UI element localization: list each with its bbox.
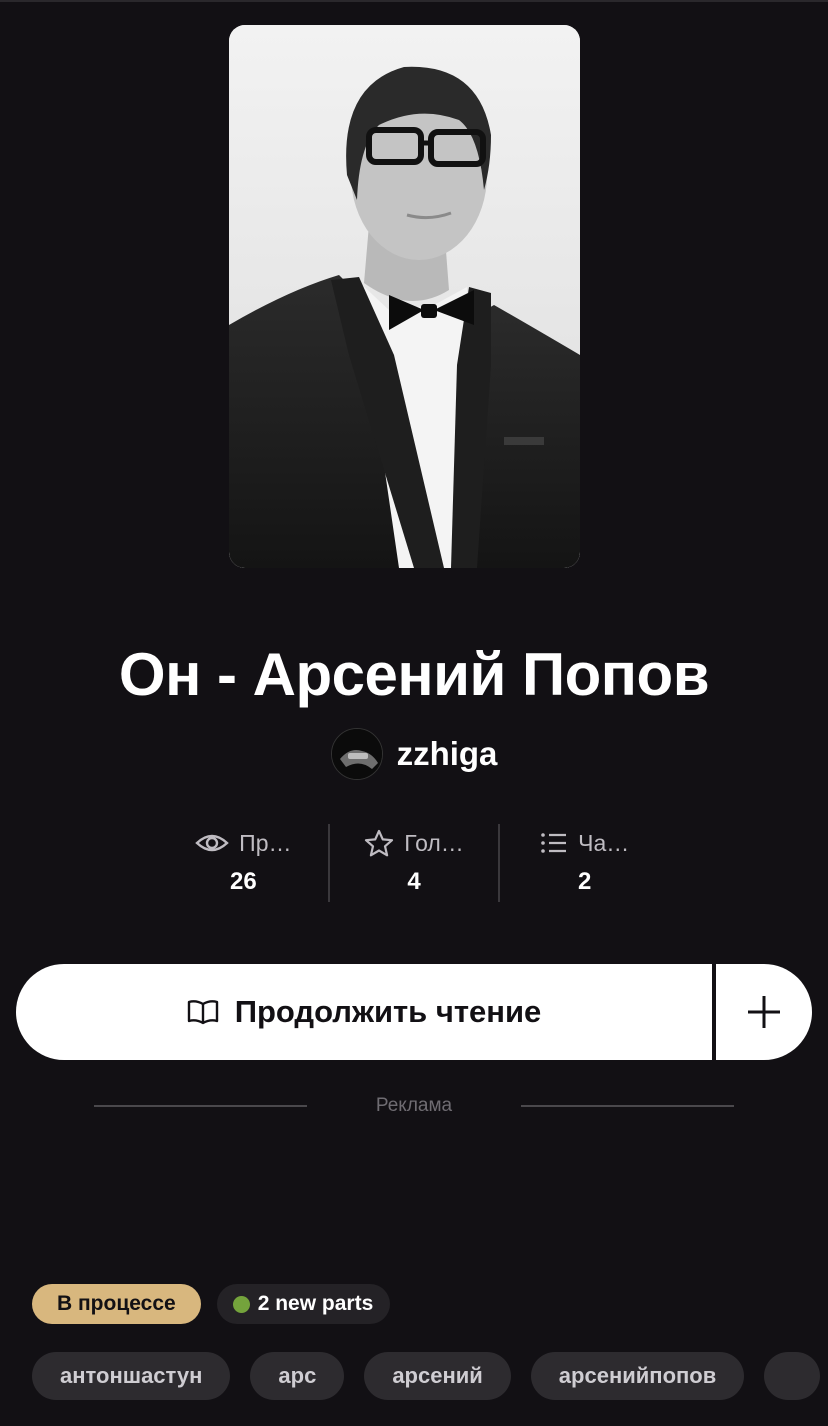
story-details-page: Он - Арсений Попов zzhiga Пр… 26 Гол… 4 … [0,0,828,1426]
star-icon [365,829,394,857]
open-book-icon [187,1000,218,1025]
story-title: Он - Арсений Попов [118,641,710,708]
list-icon [541,833,567,853]
story-cover-image[interactable] [229,25,580,568]
plus-icon [748,996,780,1028]
author-row[interactable]: zzhiga [0,728,828,780]
new-parts-dot [232,1295,250,1313]
stat-parts: Ча… 2 [498,824,669,902]
story-stats: Пр… 26 Гол… 4 Ча… 2 [159,824,669,902]
continue-reading-button[interactable]: Продолжить чтение [16,964,712,1060]
stat-reads-label: Пр… [239,829,292,856]
stat-reads-value: 26 [229,868,257,895]
status-badges: В процессе 2 new parts [32,1284,391,1324]
author-avatar[interactable] [330,728,383,780]
stat-votes: Гол… 4 [327,824,499,902]
new-parts-badge: 2 new parts [216,1284,391,1324]
add-to-library-button[interactable] [716,964,812,1060]
tag-chip[interactable]: антоншастун [32,1352,231,1400]
ad-label: Реклама [375,1095,453,1116]
continue-reading-label: Продолжить чтение [234,994,542,1029]
stat-votes-value: 4 [407,868,421,895]
cover-photo [229,25,580,568]
tag-chip[interactable]: арсений [364,1352,511,1400]
eye-icon [195,834,229,852]
new-parts-label: 2 new parts [257,1292,374,1315]
avatar-image [331,729,382,779]
stat-votes-label: Гол… [404,829,464,856]
tag-list: антоншастун арс арсений арсенийпопов [32,1352,821,1400]
tag-chip-partial[interactable] [764,1352,821,1400]
tag-chip[interactable]: арс [250,1352,345,1400]
status-badge: В процессе [32,1284,201,1324]
stat-reads: Пр… 26 [159,824,328,902]
top-divider [0,0,828,2]
stat-parts-label: Ча… [578,829,630,856]
ad-line-right [521,1105,734,1107]
author-name[interactable]: zzhiga [397,735,498,773]
ad-line-left [94,1105,307,1107]
stat-parts-value: 2 [578,868,592,895]
ad-separator: Реклама [94,1092,734,1120]
tag-chip[interactable]: арсенийпопов [530,1352,745,1400]
